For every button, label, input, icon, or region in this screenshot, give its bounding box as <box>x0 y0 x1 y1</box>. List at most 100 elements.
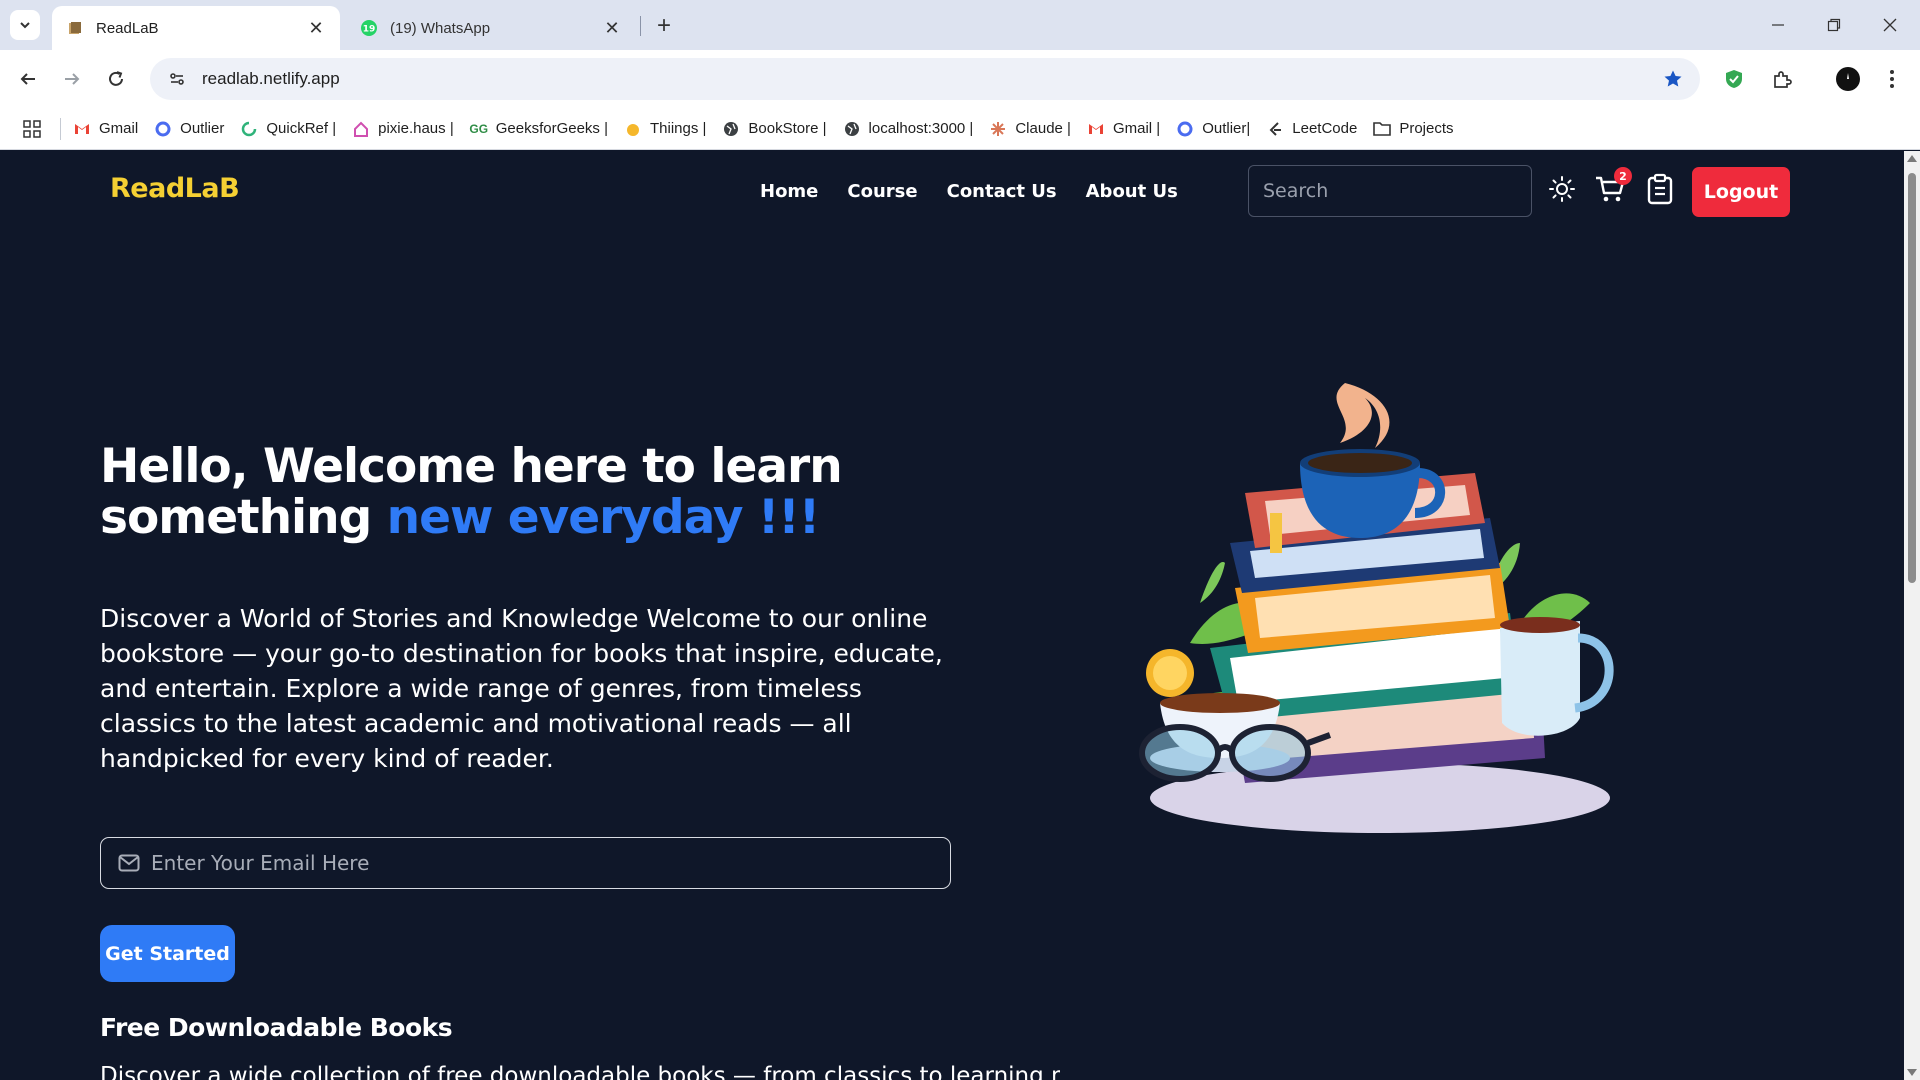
close-icon <box>1883 18 1897 32</box>
browser-tab-strip: ReadLaB ✕ 19 (19) WhatsApp ✕ + <box>0 0 1920 50</box>
close-window-button[interactable] <box>1870 10 1910 40</box>
apps-grid-icon[interactable] <box>18 115 46 143</box>
plate-shape <box>1150 763 1610 833</box>
get-started-button[interactable]: Get Started <box>100 925 235 982</box>
bookmark-claude[interactable]: Claude | <box>989 120 1071 138</box>
bookmark-label: Projects <box>1399 120 1454 137</box>
url-text: readlab.netlify.app <box>202 69 340 88</box>
extensions-puzzle-icon[interactable] <box>1766 63 1798 95</box>
tab-readlab[interactable]: ReadLaB ✕ <box>52 6 340 50</box>
page-scrollbar[interactable] <box>1904 151 1920 1080</box>
bookmark-outlier[interactable]: Outlier <box>154 120 224 138</box>
bookmark-bookstore[interactable]: BookStore | <box>722 120 827 138</box>
bookmark-label: pixie.haus | <box>378 120 454 137</box>
cart-count-badge: 2 <box>1614 167 1632 185</box>
globe-icon <box>843 120 861 138</box>
close-tab-icon[interactable]: ✕ <box>602 18 622 38</box>
back-button[interactable] <box>12 63 44 95</box>
tab-whatsapp[interactable]: 19 (19) WhatsApp ✕ <box>346 6 636 50</box>
bookmarks-separator <box>60 117 61 140</box>
bookmark-quickref[interactable]: QuickRef | <box>240 120 336 138</box>
leetcode-icon <box>1266 120 1284 138</box>
bookmark-leetcode[interactable]: LeetCode <box>1266 120 1357 138</box>
bookmark-gmail-2[interactable]: Gmail | <box>1087 120 1160 138</box>
logout-button[interactable]: Logout <box>1692 167 1790 217</box>
bookmark-label: Claude | <box>1015 120 1071 137</box>
scrollbar-thumb[interactable] <box>1908 173 1916 583</box>
clipboard-list-icon <box>1647 173 1673 205</box>
email-field[interactable] <box>100 837 951 889</box>
scroll-down-icon[interactable] <box>1907 1069 1917 1076</box>
chrome-menu-icon[interactable] <box>1876 63 1908 95</box>
hero-title: Hello, Welcome here to learn something n… <box>100 441 900 543</box>
new-tab-button[interactable]: + <box>650 12 678 40</box>
bookmarks-bar: Gmail Outlier QuickRef | pixie.haus | GG… <box>0 108 1920 150</box>
globe-icon <box>722 120 740 138</box>
reload-icon <box>109 71 123 86</box>
bookmark-outlier-2[interactable]: Outlier| <box>1176 120 1250 138</box>
outlier-icon <box>154 120 172 138</box>
restore-icon <box>1827 18 1841 32</box>
shield-extension-icon[interactable] <box>1718 63 1750 95</box>
site-nav: Home Course Contact Us About Us <box>760 181 1178 202</box>
tab-search-button[interactable] <box>10 10 40 40</box>
quickref-icon <box>240 120 258 138</box>
side-mug-icon <box>1500 617 1614 736</box>
free-books-description: Discover a wide collection of free downl… <box>100 1063 1060 1080</box>
bookmark-geeksforgeeks[interactable]: GG GeeksforGeeks | <box>469 120 608 138</box>
bookmark-label: LeetCode <box>1292 120 1358 137</box>
tab-title: ReadLaB <box>96 19 159 37</box>
nav-about-us[interactable]: About Us <box>1086 181 1178 202</box>
bookmark-localhost[interactable]: localhost:3000 | <box>843 120 974 138</box>
close-tab-icon[interactable]: ✕ <box>306 18 326 38</box>
bookmark-thiings[interactable]: Thiings | <box>624 120 706 138</box>
hero-description: Discover a World of Stories and Knowledg… <box>100 604 943 773</box>
hero-title-accent: new everyday !!! <box>386 490 821 545</box>
reload-button[interactable] <box>100 63 132 95</box>
forward-button[interactable] <box>56 63 88 95</box>
address-bar[interactable]: readlab.netlify.app <box>150 58 1700 100</box>
mail-icon <box>117 851 141 875</box>
theme-toggle-button[interactable] <box>1542 169 1582 209</box>
email-input[interactable] <box>151 843 950 883</box>
bookmark-label: Gmail | <box>1112 120 1161 137</box>
scroll-up-icon[interactable] <box>1907 155 1917 162</box>
pixie-icon <box>352 120 370 138</box>
nav-home[interactable]: Home <box>760 181 818 202</box>
bookmark-label: Thiings | <box>650 120 707 137</box>
nav-course[interactable]: Course <box>847 181 917 202</box>
hero-title-line2: something <box>100 490 387 545</box>
restore-button[interactable] <box>1814 10 1854 40</box>
cart-button[interactable]: 2 <box>1590 167 1632 209</box>
bookmark-label: Gmail <box>99 120 139 137</box>
bookmark-folder-projects[interactable]: Projects <box>1373 120 1454 138</box>
minimize-icon <box>1772 24 1784 26</box>
book-icon <box>66 19 84 37</box>
sun-icon <box>1549 176 1575 202</box>
site-info-icon[interactable] <box>162 64 192 94</box>
books-coffee-illustration <box>1139 383 1614 833</box>
site-search-input[interactable] <box>1248 165 1532 217</box>
bookmark-star-icon[interactable] <box>1658 64 1688 94</box>
bookmark-label: Outlier| <box>1202 120 1251 137</box>
minimize-button[interactable] <box>1758 10 1798 40</box>
tab-separator <box>640 16 641 36</box>
profile-avatar[interactable] <box>1832 63 1864 95</box>
bookmark-label: QuickRef | <box>266 120 337 137</box>
bookmark-label: Outlier <box>180 120 225 137</box>
clipboard-button[interactable] <box>1640 169 1680 209</box>
site-logo[interactable]: ReadLaB <box>110 173 240 204</box>
gmail-icon <box>1087 120 1105 138</box>
claude-icon <box>989 120 1007 138</box>
chevron-down-icon <box>20 22 30 29</box>
bookmark-gmail[interactable]: Gmail <box>73 120 138 138</box>
browser-toolbar: readlab.netlify.app <box>0 50 1920 108</box>
nav-contact-us[interactable]: Contact Us <box>947 181 1057 202</box>
gmail-icon <box>73 120 91 138</box>
thiings-icon <box>624 120 642 138</box>
bookmark-label: BookStore | <box>748 120 827 137</box>
outlier-icon <box>1176 120 1194 138</box>
bookmark-label: GeeksforGeeks | <box>495 120 608 137</box>
bookmark-label: localhost:3000 | <box>868 120 974 137</box>
bookmark-pixie[interactable]: pixie.haus | <box>352 120 454 138</box>
